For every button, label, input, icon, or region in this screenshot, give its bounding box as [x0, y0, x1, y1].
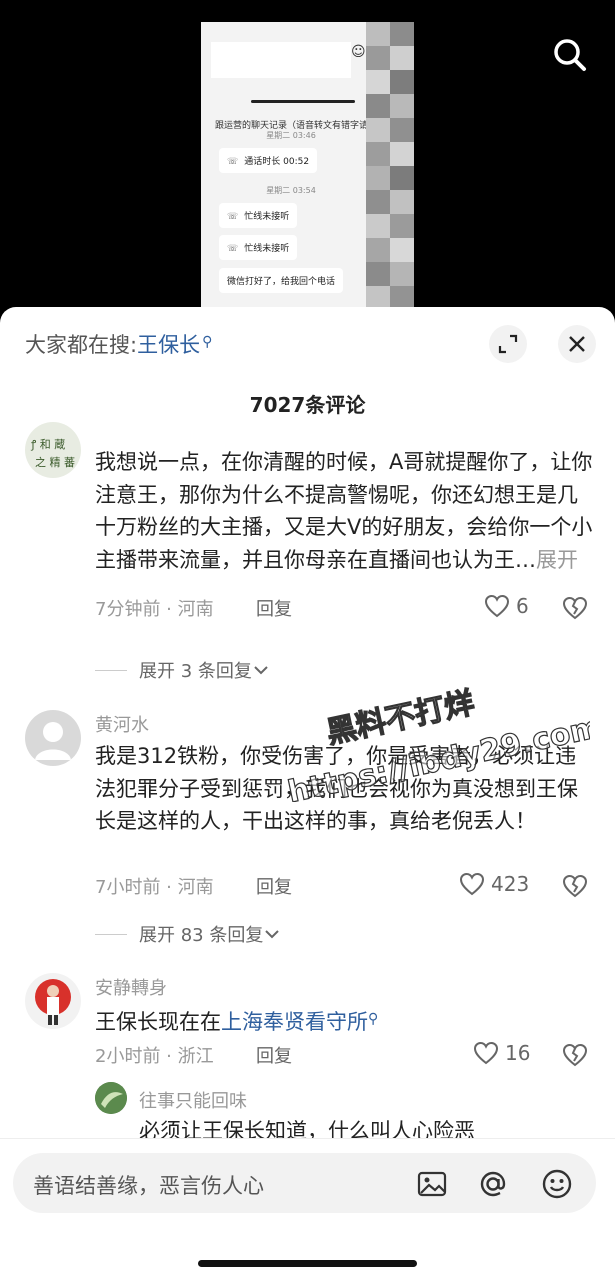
like-button[interactable]: 16 [473, 1041, 530, 1065]
emoji-icon[interactable] [540, 1167, 574, 1201]
video-frame: ☺ 跟运营的聊天记录（语音转文有错字请 星期二 03:46 ☏ 通话时长 00:5… [201, 22, 414, 320]
broken-heart-icon [562, 1043, 588, 1067]
reply-button[interactable]: 回复 [256, 595, 292, 621]
close-button[interactable] [558, 325, 596, 363]
chat-bubble: ☏ 通话时长 00:52 [219, 148, 318, 173]
trending-search-label: 大家都在搜: [25, 333, 138, 357]
avatar[interactable] [95, 1082, 127, 1114]
close-icon [569, 336, 585, 352]
comment-body: 我想说一点，在你清醒的时候，A哥就提醒你了，让你注意王，那你为什么不提高警惕呢，… [95, 450, 593, 572]
heart-icon [459, 872, 485, 896]
reply-username[interactable]: 往事只能回味 [139, 1087, 247, 1113]
show-more-link[interactable]: 展开 [536, 548, 578, 572]
chat-timestamp: 星期二 03:54 [266, 186, 316, 195]
phone-icon: ☏ [227, 244, 239, 254]
search-icon: ⚲ [202, 334, 213, 350]
expand-replies[interactable]: 展开 83 条回复 [95, 921, 281, 947]
bubble-text: 通话时长 00:52 [244, 157, 310, 167]
chat-bubble: 微信打好了，给我回个电话 [219, 268, 344, 293]
trending-search[interactable]: 大家都在搜:王保长 ⚲ [25, 329, 212, 359]
comment-input-bar: 善语结善缘，恶言伤人心 [0, 1138, 615, 1281]
search-icon[interactable] [550, 35, 590, 75]
like-count: 16 [505, 1041, 531, 1065]
reply-text: 必须让王保长知道，什么叫人心险恶 [139, 1119, 475, 1139]
comment-panel: 大家都在搜:王保长 ⚲ 7027条评论 ꝭ 和 蔵之 精 蕃 我想说一点，在你清醒… [0, 307, 615, 1280]
like-count: 423 [491, 872, 530, 896]
search-icon: ⚲ [368, 1011, 379, 1027]
chevron-down-icon [265, 930, 280, 939]
chat-bubble: ☏ 忙线未接听 [219, 203, 298, 228]
comment-text: 我是312铁粉，你受伤害了，你是受害者，必须让违法犯罪分子受到惩罚，我们也会视你… [95, 744, 578, 833]
dislike-button[interactable] [562, 596, 588, 624]
bubble-text: 微信打好了，给我回个电话 [227, 277, 336, 287]
reply-button[interactable]: 回复 [256, 1042, 292, 1068]
reply-button[interactable]: 回复 [256, 873, 292, 899]
avatar[interactable] [25, 973, 81, 1029]
home-indicator[interactable] [198, 1260, 417, 1267]
svg-text:ꝭ 和 蔵: ꝭ 和 蔵 [30, 438, 65, 451]
phone-icon: ☏ [227, 212, 239, 222]
bubble-text: 忙线未接听 [244, 244, 290, 254]
chat-timestamp: 星期二 03:46 [266, 131, 316, 140]
mosaic-blur [366, 22, 414, 320]
emoji-icon-small: ☺ [351, 44, 366, 60]
comment-text: 我想说一点，在你清醒的时候，A哥就提醒你了，让你注意王，那你为什么不提高警惕呢，… [95, 446, 595, 592]
broken-heart-icon [562, 874, 588, 898]
comment-body: 王保长现在在 [95, 1010, 221, 1034]
heart-icon [473, 1041, 499, 1065]
at-icon[interactable] [476, 1167, 510, 1201]
comment-meta: 7分钟前 · 河南 [95, 599, 214, 620]
like-button[interactable]: 423 [459, 872, 529, 896]
dislike-button[interactable] [562, 1043, 588, 1071]
divider [95, 933, 127, 935]
like-button[interactable]: 6 [484, 594, 529, 618]
comment-username[interactable]: 安静轉身 [95, 974, 167, 1000]
search-link[interactable]: 上海奉贤看守所 [221, 1010, 368, 1034]
video-player[interactable]: ☺ 跟运营的聊天记录（语音转文有错字请 星期二 03:46 ☏ 通话时长 00:5… [0, 0, 615, 320]
comment-meta: 7小时前 · 河南 [95, 877, 214, 898]
chevron-down-icon [254, 666, 268, 675]
avatar[interactable]: ꝭ 和 蔵之 精 蕃 [25, 422, 81, 478]
divider [95, 669, 127, 671]
comment-username[interactable]: 黄河水 [95, 711, 149, 737]
expand-button[interactable] [489, 325, 527, 363]
expand-replies-label: 展开 83 条回复 [139, 925, 264, 946]
divider [251, 100, 355, 103]
trending-search-keyword[interactable]: 王保长 [137, 333, 200, 357]
comment-list[interactable]: ꝭ 和 蔵之 精 蕃 我想说一点，在你清醒的时候，A哥就提醒你了，让你注意王，那… [0, 422, 615, 1139]
svg-text:之 精 蕃: 之 精 蕃 [35, 455, 75, 469]
avatar[interactable] [25, 710, 81, 766]
chat-input-box [211, 42, 351, 78]
expand-replies[interactable]: 展开 3 条回复 [95, 657, 270, 683]
dislike-button[interactable] [562, 874, 588, 902]
phone-icon: ☏ [227, 157, 239, 167]
image-icon[interactable] [415, 1167, 449, 1201]
like-count: 6 [516, 594, 529, 618]
comment-meta: 2小时前 · 浙江 [95, 1046, 214, 1067]
comment-count: 7027条评论 [249, 393, 366, 417]
bubble-text: 忙线未接听 [244, 212, 290, 222]
broken-heart-icon [562, 596, 588, 620]
expand-icon [498, 334, 518, 354]
comment-input-placeholder: 善语结善缘，恶言伤人心 [33, 1174, 264, 1198]
expand-replies-label: 展开 3 条回复 [139, 661, 252, 682]
heart-icon [484, 594, 510, 618]
chat-bubble: ☏ 忙线未接听 [219, 235, 298, 260]
comment-text: 王保长现在在上海奉贤看守所⚲ [95, 1003, 595, 1039]
comment-input[interactable]: 善语结善缘，恶言伤人心 [13, 1153, 596, 1213]
